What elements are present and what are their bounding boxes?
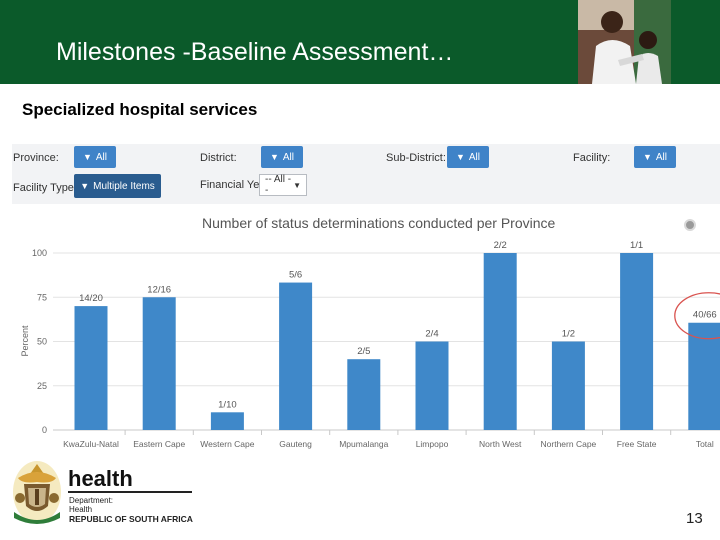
bar bbox=[415, 341, 449, 430]
bar bbox=[279, 282, 313, 430]
logo-divider bbox=[68, 491, 192, 493]
x-tick-label: Limpopo bbox=[416, 439, 449, 449]
x-tick-label: Free State bbox=[617, 439, 657, 449]
bar bbox=[142, 297, 176, 430]
y-tick-label: 50 bbox=[37, 337, 47, 347]
data-label: 1/1 bbox=[630, 240, 643, 251]
y-tick-label: 25 bbox=[37, 381, 47, 391]
y-tick-label: 75 bbox=[37, 292, 47, 302]
data-label: 2/2 bbox=[494, 240, 507, 251]
bar bbox=[620, 253, 654, 430]
y-tick-label: 100 bbox=[32, 248, 47, 258]
x-tick-label: Total bbox=[696, 439, 714, 449]
logo-department-label: Department: bbox=[69, 496, 114, 505]
x-tick-label: Northern Cape bbox=[541, 439, 597, 449]
x-tick-label: Gauteng bbox=[279, 439, 312, 449]
y-tick-label: 0 bbox=[42, 425, 47, 435]
health-logo-word: health bbox=[68, 466, 133, 491]
data-label: 2/5 bbox=[357, 346, 370, 357]
data-label: 12/16 bbox=[147, 284, 171, 295]
data-label: 2/4 bbox=[425, 329, 438, 340]
data-label: 40/66 bbox=[693, 310, 717, 321]
bar bbox=[551, 341, 585, 430]
data-label: 5/6 bbox=[289, 270, 302, 281]
data-label: 1/10 bbox=[218, 399, 237, 410]
page-number: 13 bbox=[686, 510, 703, 527]
logo-country-label: REPUBLIC OF SOUTH AFRICA bbox=[69, 514, 193, 524]
bar bbox=[483, 253, 517, 430]
x-tick-label: KwaZulu-Natal bbox=[63, 439, 119, 449]
bar bbox=[74, 306, 108, 430]
x-tick-label: Mpumalanga bbox=[339, 439, 388, 449]
y-axis-label: Percent bbox=[20, 325, 30, 357]
x-tick-label: Western Cape bbox=[200, 439, 254, 449]
logo-health-label: Health bbox=[69, 505, 93, 514]
data-label: 1/2 bbox=[562, 329, 575, 340]
bar bbox=[347, 359, 381, 430]
bar bbox=[210, 412, 244, 430]
x-tick-label: Eastern Cape bbox=[133, 439, 185, 449]
data-label: 14/20 bbox=[79, 293, 103, 304]
x-tick-label: North West bbox=[479, 439, 522, 449]
